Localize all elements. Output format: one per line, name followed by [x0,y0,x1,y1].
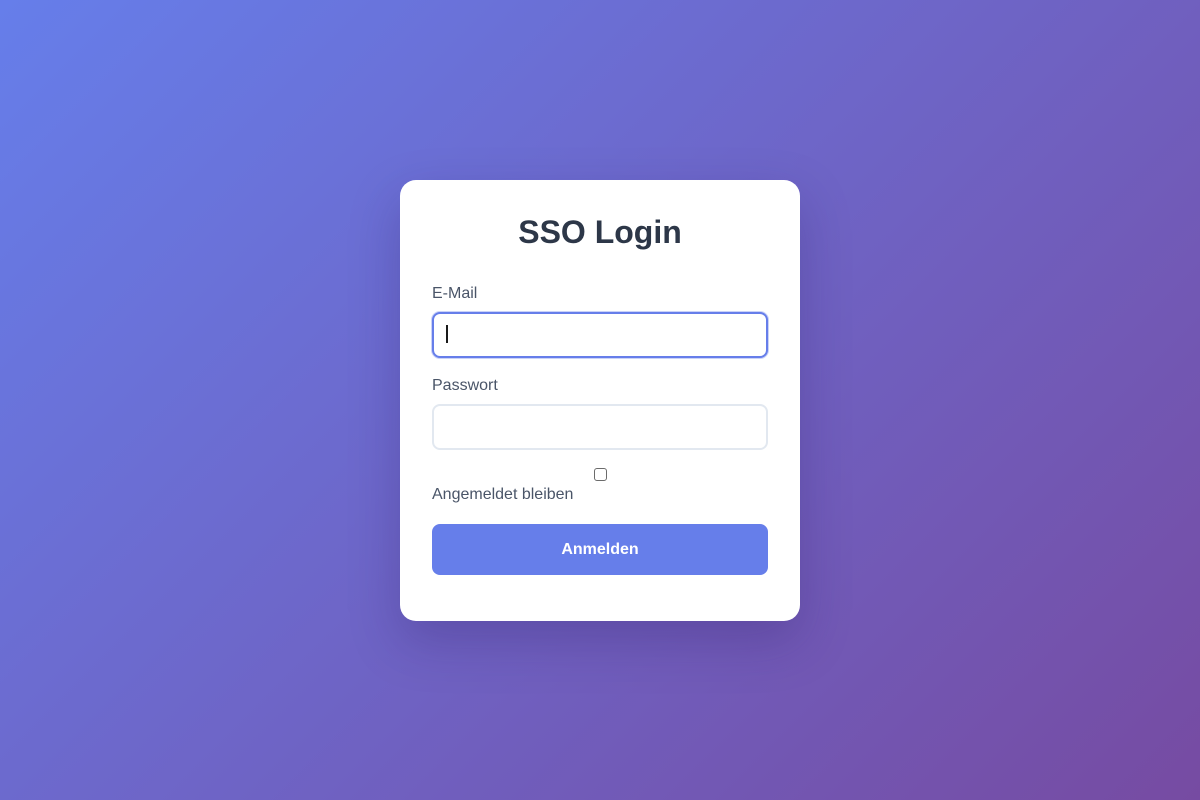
login-button[interactable]: Anmelden [432,524,768,575]
password-field-group: Passwort [432,376,768,450]
page-title: SSO Login [518,214,682,250]
remember-me-label: Angemeldet bleiben [432,486,574,503]
remember-me-checkbox[interactable] [594,468,607,481]
email-label: E-Mail [432,285,478,302]
password-field[interactable] [432,404,768,450]
login-card: SSO Login E-Mail Passwort Angemeldet ble… [400,180,800,621]
remember-me-row: Angemeldet bleiben [432,468,768,524]
email-field[interactable] [432,312,768,358]
email-field-group: E-Mail [432,284,768,358]
text-cursor [446,325,448,343]
password-label: Passwort [432,377,498,394]
